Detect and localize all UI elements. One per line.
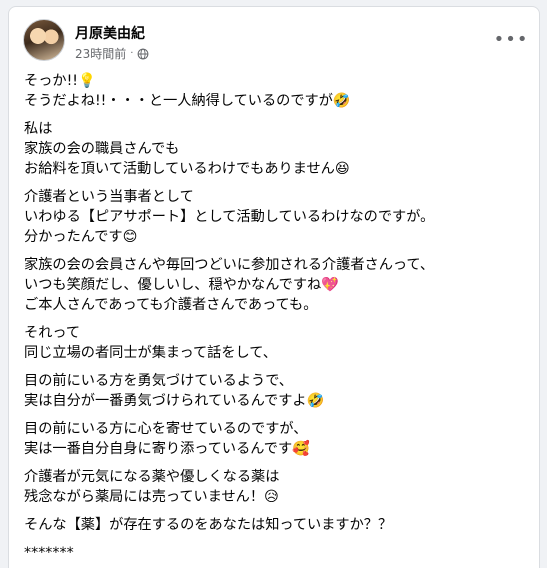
post-text-line: いわゆる【ピアサポート】として活動しているわけなのですが。 bbox=[24, 209, 435, 225]
post-text-line: 同じ立場の者同士が集まって話をして、 bbox=[24, 345, 277, 361]
author-name[interactable]: 月原美由紀 bbox=[75, 23, 145, 43]
post-paragraph: ******* bbox=[24, 543, 524, 563]
post-text-line: 介護者が元気になる薬や優しくなる薬は bbox=[24, 469, 280, 485]
post-text-line: そうだよね!!・・・と一人納得しているのですが🤣 bbox=[24, 93, 351, 109]
post-text-line: 目の前にいる方を勇気づけているようで、 bbox=[24, 373, 293, 389]
post-text-line: 私は bbox=[24, 121, 53, 137]
page: 月原美由紀 23時間前 · ••• そっか!!💡 そうだよね!!・・・と一人納得し… bbox=[0, 0, 547, 568]
post-text-line: 介護者という当事者として bbox=[24, 189, 194, 205]
post-text-line: いつも笑顔だし、優しいし、穏やかなんですね💖 bbox=[24, 277, 339, 293]
post-text-line: そっか!!💡 bbox=[24, 73, 96, 89]
post-header: 月原美由紀 23時間前 · ••• bbox=[9, 7, 539, 71]
avatar[interactable] bbox=[23, 19, 65, 61]
post-time[interactable]: 23時間前 bbox=[75, 45, 126, 62]
post-paragraph: そんな【薬】が存在するのをあなたは知っていますか？？ bbox=[24, 515, 524, 535]
post-text-line: お給料を頂いて活動しているわけでもありません😆 bbox=[24, 161, 350, 177]
post-text-line: 家族の会の会員さんや毎回つどいに参加される介護者さんって、 bbox=[24, 257, 435, 273]
post-card: 月原美由紀 23時間前 · ••• そっか!!💡 そうだよね!!・・・と一人納得し… bbox=[8, 6, 540, 568]
post-paragraph: 私は家族の会の職員さんでもお給料を頂いて活動しているわけでもありません😆 bbox=[24, 119, 524, 179]
post-text-line: 残念ながら薬局には売っていません！😥 bbox=[24, 489, 279, 505]
post-text-line: そんな【薬】が存在するのをあなたは知っていますか？？ bbox=[24, 517, 393, 533]
meta-separator: · bbox=[130, 48, 134, 59]
post-body: そっか!!💡 そうだよね!!・・・と一人納得しているのですが🤣 私は家族の会の職員さ… bbox=[24, 71, 524, 568]
post-text-line: ******* bbox=[24, 545, 74, 561]
post-paragraph: 介護者が元気になる薬や優しくなる薬は 残念ながら薬局には売っていません！😥 bbox=[24, 467, 524, 507]
post-text-line: 実は一番自分自身に寄り添っているんです🥰 bbox=[24, 441, 310, 457]
post-text-line: 実は自分が一番勇気づけられているんですよ🤣 bbox=[24, 393, 325, 409]
post-text-line: それって bbox=[24, 325, 81, 341]
post-text-line: 分かったんです😊 bbox=[24, 229, 138, 245]
post-meta: 23時間前 · bbox=[75, 45, 149, 62]
post-text-line: 目の前にいる方に心を寄せているのですが、 bbox=[24, 421, 308, 437]
post-paragraph: それって同じ立場の者同士が集まって話をして、 bbox=[24, 323, 524, 363]
post-paragraph: 家族の会の会員さんや毎回つどいに参加される介護者さんって、 いつも笑顔だし、優しい… bbox=[24, 255, 524, 315]
scrollbar[interactable] bbox=[540, 0, 546, 568]
more-horizontal-icon[interactable]: ••• bbox=[494, 29, 528, 50]
globe-icon[interactable] bbox=[137, 48, 149, 60]
post-paragraph: 目の前にいる方に心を寄せているのですが、 実は一番自分自身に寄り添っているんです🥰 bbox=[24, 419, 524, 459]
post-text-line: ご本人さんであっても介護者さんであっても。 bbox=[24, 297, 318, 313]
post-paragraph: 介護者という当事者としていわゆる【ピアサポート】として活動しているわけなのですが… bbox=[24, 187, 524, 247]
post-paragraph: 目の前にいる方を勇気づけているようで、実は自分が一番勇気づけられているんですよ🤣 bbox=[24, 371, 524, 411]
post-text-line: 家族の会の職員さんでも bbox=[24, 141, 180, 157]
post-paragraph: そっか!!💡 そうだよね!!・・・と一人納得しているのですが🤣 bbox=[24, 71, 524, 111]
